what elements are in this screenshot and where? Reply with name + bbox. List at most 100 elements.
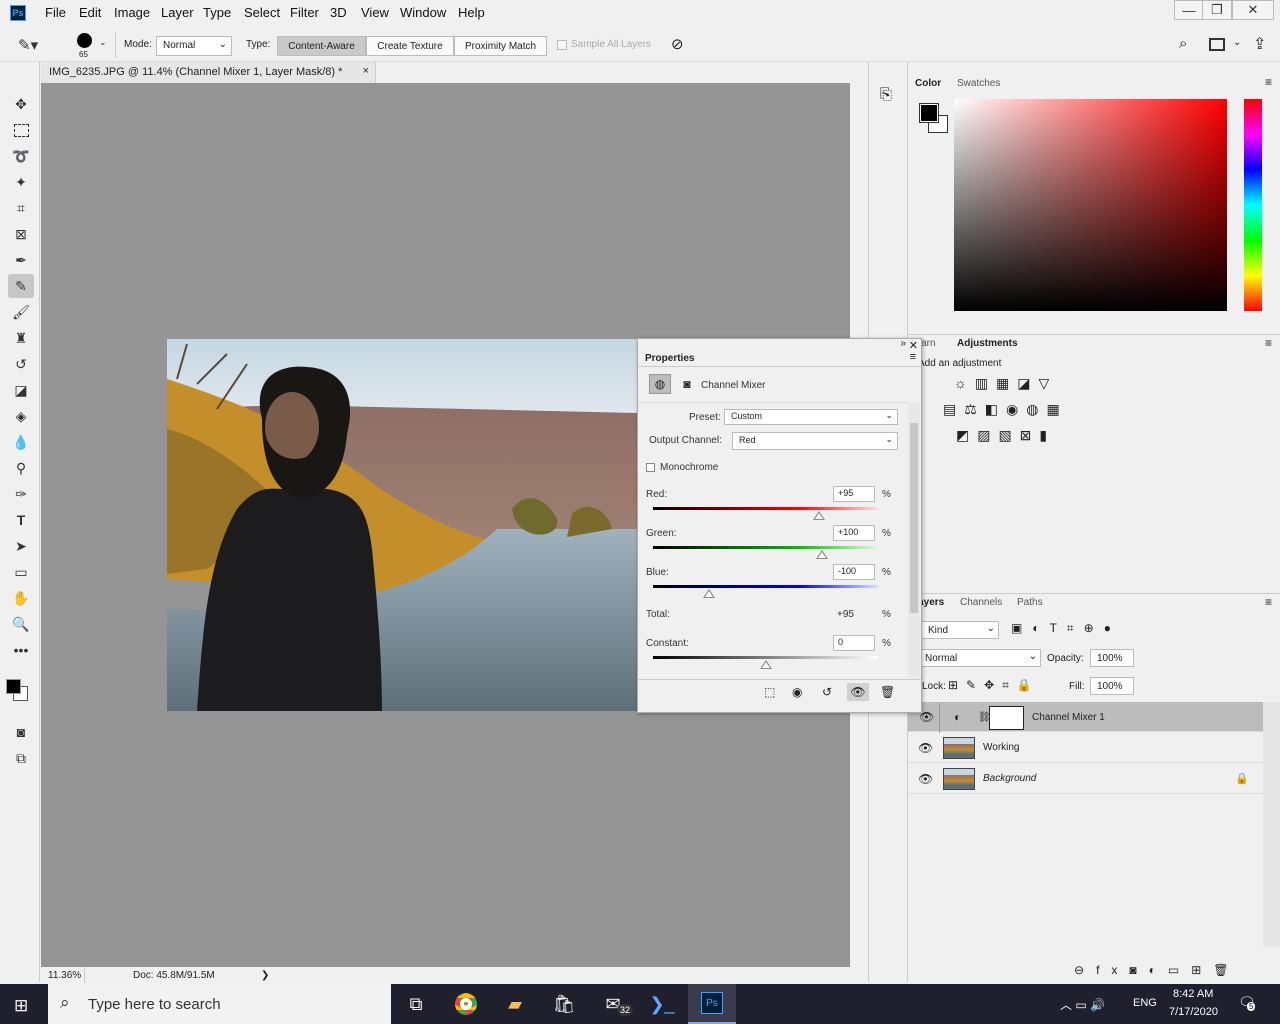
brush-tool-icon[interactable]: 🖌 — [8, 300, 34, 324]
menu-image[interactable]: Image — [114, 5, 150, 20]
mail-icon[interactable]: ✉ 32 — [589, 984, 637, 1024]
blue-slider-track[interactable] — [653, 585, 878, 588]
search-icon[interactable]: ⌕ — [1179, 35, 1187, 52]
clip-to-layer-icon[interactable]: ⬚ — [764, 685, 775, 699]
layer-filter-icons[interactable]: ▣◐T⌗⊕● — [1011, 621, 1121, 636]
clock-date[interactable]: 7/17/2020 — [1169, 1006, 1218, 1018]
spot-healing-tool-preset-icon[interactable]: ✎▾ — [18, 36, 38, 54]
status-menu-arrow-icon[interactable]: ❯ — [261, 970, 269, 981]
close-window-button[interactable]: ✕ — [1232, 0, 1274, 20]
lasso-tool-icon[interactable]: ➰ — [8, 144, 34, 168]
visibility-eye-icon[interactable]: 👁 — [918, 772, 933, 786]
properties-scrollbar[interactable] — [908, 403, 920, 678]
pen-tool-icon[interactable]: ✑ — [8, 482, 34, 506]
clone-stamp-tool-icon[interactable]: ♜ — [8, 326, 34, 350]
file-explorer-icon[interactable]: ▰ — [491, 984, 539, 1024]
green-slider-track[interactable] — [653, 546, 878, 549]
spot-healing-tool-icon[interactable]: ✎ — [8, 274, 34, 298]
language-indicator[interactable]: ENG — [1133, 997, 1157, 1009]
mode-select[interactable]: Normal ⌄ — [156, 36, 232, 56]
layer-row-channel-mixer[interactable]: 👁 ◐ ⛓ Channel Mixer 1 — [908, 702, 1263, 733]
crop-tool-icon[interactable]: ⌗ — [8, 196, 34, 220]
menu-window[interactable]: Window — [400, 5, 446, 20]
red-slider-thumb[interactable] — [812, 511, 825, 520]
layer-name[interactable]: Background — [983, 773, 1036, 784]
constant-slider-track[interactable] — [653, 656, 878, 659]
delete-icon[interactable]: 🗑 — [880, 685, 895, 699]
preset-select[interactable]: Custom ⌄ — [724, 409, 898, 425]
layer-mask-thumbnail[interactable] — [989, 706, 1024, 730]
frame-tool-icon[interactable]: ⊠ — [8, 222, 34, 246]
path-selection-tool-icon[interactable]: ➤ — [8, 534, 34, 558]
sample-all-layers-checkbox[interactable] — [557, 40, 567, 50]
screen-mode-icon[interactable]: ⧉ — [8, 746, 34, 770]
panel-menu-icon[interactable]: ≡ — [1265, 75, 1272, 89]
menu-edit[interactable]: Edit — [79, 5, 101, 20]
more-tools-icon[interactable]: ••• — [8, 638, 34, 662]
menu-help[interactable]: Help — [458, 5, 485, 20]
brush-preview-icon[interactable] — [77, 33, 92, 48]
eyedropper-tool-icon[interactable]: ✒ — [8, 248, 34, 272]
zoom-level[interactable]: 11.36% — [48, 970, 81, 981]
menu-3d[interactable]: 3D — [330, 5, 347, 20]
store-icon[interactable]: 🛍 — [540, 984, 588, 1024]
tray-icons[interactable]: ︿ ▭ 🔊 — [1060, 996, 1105, 1013]
collapse-icon[interactable]: » — [900, 338, 906, 349]
opacity-input[interactable]: 100% — [1090, 649, 1134, 667]
photoshop-taskbar-icon[interactable]: Ps — [688, 984, 736, 1024]
taskbar-search[interactable]: ⌕ Type here to search — [48, 984, 391, 1024]
output-channel-select[interactable]: Red ⌄ — [732, 432, 898, 450]
panel-menu-icon[interactable]: ≡ — [1265, 336, 1272, 350]
pressure-brush-icon[interactable]: ⊘ — [671, 35, 684, 53]
layer-name[interactable]: Channel Mixer 1 — [1032, 712, 1105, 723]
adjustment-icons-row-1[interactable]: ☼▥▦◪▽ — [954, 375, 1057, 392]
chevron-down-icon[interactable]: ⌄ — [99, 37, 107, 48]
layer-name[interactable]: Working — [983, 742, 1020, 753]
adjustment-icons-row-2[interactable]: ▤⚖◧◉◍▦ — [943, 401, 1068, 418]
task-view-icon[interactable]: ⧉ — [392, 984, 440, 1024]
clock-time[interactable]: 8:42 AM — [1173, 988, 1213, 1000]
menu-filter[interactable]: Filter — [290, 5, 319, 20]
marquee-tool-icon[interactable] — [8, 118, 34, 142]
monochrome-checkbox[interactable] — [646, 463, 655, 472]
rectangle-tool-icon[interactable]: ▭ — [8, 560, 34, 584]
hand-tool-icon[interactable]: ✋ — [8, 586, 34, 610]
tab-swatches[interactable]: Swatches — [957, 78, 1000, 89]
menu-layer[interactable]: Layer — [161, 5, 194, 20]
layer-row-working[interactable]: 👁 Working — [908, 733, 1263, 763]
fx-icon[interactable]: fx — [1096, 963, 1129, 977]
eraser-tool-icon[interactable]: ◪ — [8, 378, 34, 402]
red-slider-track[interactable] — [653, 507, 878, 510]
history-panel-icon[interactable]: ⎘ — [880, 86, 892, 103]
layers-scrollbar[interactable] — [1263, 702, 1280, 947]
close-tab-icon[interactable]: × — [363, 65, 369, 77]
dodge-tool-icon[interactable]: ⚲ — [8, 456, 34, 480]
notifications-icon[interactable]: 🗨 5 — [1238, 994, 1256, 1011]
move-tool-icon[interactable]: ✥ — [8, 92, 34, 116]
foreground-color-chip[interactable] — [919, 103, 939, 123]
mask-settings-icon[interactable]: ◙ — [676, 374, 698, 394]
quick-mask-icon[interactable]: ◙ — [8, 720, 34, 744]
tab-channels[interactable]: Channels — [960, 597, 1002, 608]
blue-value-input[interactable]: -100 — [833, 564, 875, 580]
create-texture-button[interactable]: Create Texture — [366, 36, 454, 56]
content-aware-button[interactable]: Content-Aware — [277, 36, 366, 56]
view-previous-state-icon[interactable]: ◉ — [792, 685, 802, 699]
tab-color[interactable]: Color — [915, 78, 941, 89]
layer-filter-kind[interactable]: Kind ⌄ — [921, 621, 999, 639]
type-tool-icon[interactable]: T — [8, 508, 34, 532]
quick-select-tool-icon[interactable]: ✦ — [8, 170, 34, 194]
proximity-match-button[interactable]: Proximity Match — [454, 36, 547, 56]
panel-menu-icon[interactable]: ≡ — [910, 351, 916, 363]
layer-row-background[interactable]: 👁 Background 🔒 — [908, 764, 1263, 794]
hue-slider[interactable] — [1244, 99, 1262, 311]
green-value-input[interactable]: +100 — [833, 525, 875, 541]
blue-slider-thumb[interactable] — [703, 589, 716, 598]
menu-type[interactable]: Type — [203, 5, 231, 20]
menu-select[interactable]: Select — [244, 5, 280, 20]
tab-paths[interactable]: Paths — [1017, 597, 1043, 608]
lock-icons[interactable]: ⊞✎✥⌗🔒 — [948, 678, 1040, 693]
history-brush-tool-icon[interactable]: ↺ — [8, 352, 34, 376]
document-tab[interactable]: IMG_6235.JPG @ 11.4% (Channel Mixer 1, L… — [41, 62, 376, 83]
zoom-tool-icon[interactable]: 🔍 — [8, 612, 34, 636]
